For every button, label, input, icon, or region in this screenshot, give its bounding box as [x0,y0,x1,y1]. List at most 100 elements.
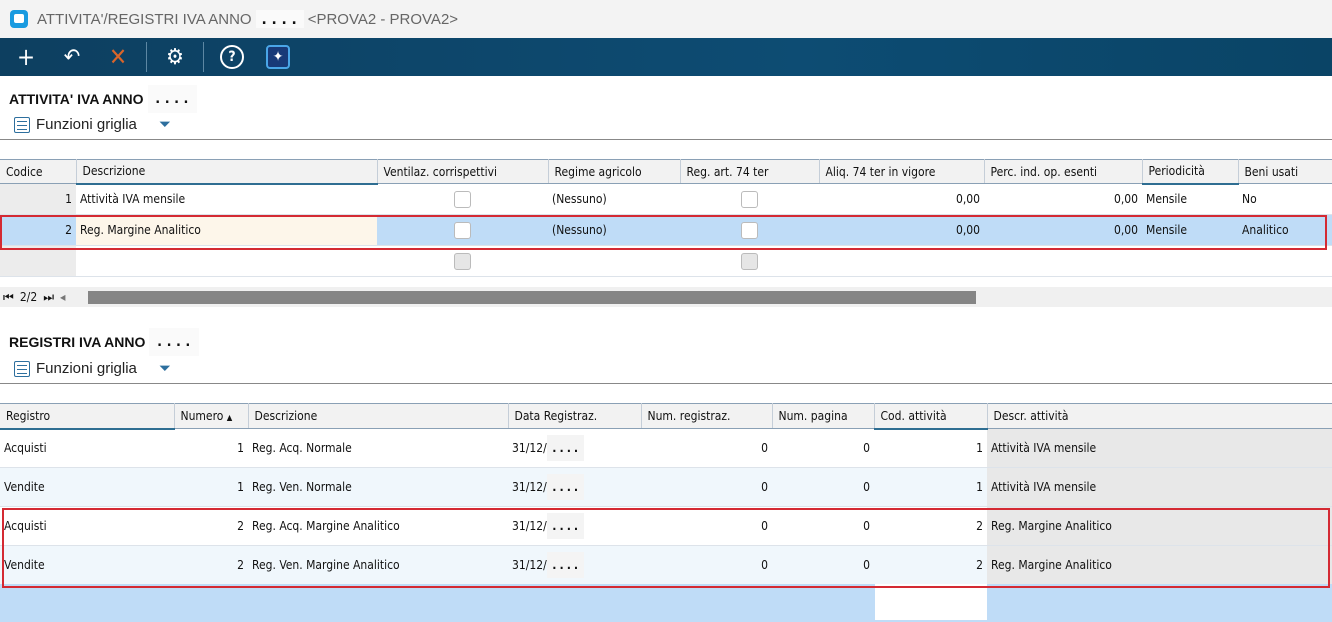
close-icon[interactable]: ✕ [100,42,136,72]
descrizione-cell: Reg. Acq. Normale [248,428,508,468]
column-header-label: Descr. attività [993,409,1069,423]
cod-attivita-cell[interactable]: 2 [874,545,987,585]
column-header-label: Perc. ind. op. esenti [990,164,1098,179]
column-header[interactable]: Descr. attività [987,403,1332,429]
ventilaz-cell [377,214,548,246]
table-row[interactable]: Vendite 1 Reg. Ven. Normale 31/12/.... 0… [0,467,1332,507]
column-header-label: Cod. attività [880,408,947,423]
activities-title: ATTIVITA' IVA ANNO .... [9,85,201,113]
divider [0,139,1332,140]
checkbox[interactable] [454,190,471,208]
year-mask: .... [546,435,584,461]
grid-functions-label: Funzioni griglia [36,360,137,377]
app-icon [10,10,28,28]
column-header[interactable]: Ventilaz. corrispettivi [377,159,549,184]
last-page-icon[interactable]: ⏭ [43,290,54,305]
checkbox[interactable] [741,190,758,208]
registers-title: REGISTRI IVA ANNO .... [9,328,203,356]
window-title: ATTIVITA'/REGISTRI IVA ANNO [37,10,252,28]
codice-cell: 2 [0,214,76,246]
grid-functions-label: Funzioni griglia [36,116,137,133]
perc-cell: 0,00 [984,183,1142,215]
column-header[interactable]: Data Registraz. [508,403,642,429]
numero-cell: 1 [174,467,248,507]
numero-cell: 2 [174,545,248,585]
descrizione-cell: Reg. Ven. Margine Analitico [248,545,508,585]
descrizione-cell[interactable]: Reg. Margine Analitico [76,214,377,246]
filter-icon[interactable]: ⏷ [159,116,171,133]
data-cell: 31/12/.... [508,467,641,507]
title-bar: ATTIVITA'/REGISTRI IVA ANNO .... <PROVA2… [0,0,1332,38]
table-row[interactable]: Acquisti 1 Reg. Acq. Normale 31/12/.... … [0,428,1332,468]
column-header[interactable]: Registro [0,403,175,430]
sort-asc-icon[interactable]: ▲ [227,413,233,422]
grid-functions-button[interactable]: Funzioni griglia ⏷ [14,360,171,377]
cod-attivita-cell[interactable]: 2 [874,506,987,546]
scroll-left-icon[interactable]: ◂ [60,290,65,304]
descrizione-cell[interactable]: Attività IVA mensile [76,183,377,215]
checkbox[interactable] [741,221,758,239]
cod-attivita-cell[interactable]: 1 [874,428,987,468]
descr-attivita-cell: Attività IVA mensile [987,428,1332,468]
column-header[interactable]: Cod. attività [874,403,988,430]
new-row-area[interactable] [0,584,1332,622]
help-icon[interactable]: ? [214,42,250,72]
column-header[interactable]: Periodicità [1142,159,1239,185]
column-header-label: Aliq. 74 ter in vigore [825,164,936,179]
checkbox[interactable] [454,221,471,239]
reg74-cell [680,214,819,246]
table-row[interactable]: 1 Attività IVA mensile (Nessuno) 0,00 0,… [0,183,1332,215]
registers-title-text: REGISTRI IVA ANNO [9,334,146,350]
periodicita-cell: Mensile [1142,183,1238,215]
table-row[interactable]: Vendite 2 Reg. Ven. Margine Analitico 31… [0,545,1332,585]
codice-cell: 1 [0,183,76,215]
first-page-icon[interactable]: ⏮ [3,290,14,305]
page-indicator: 2/2 [19,290,38,304]
column-header-label: Reg. art. 74 ter [686,164,769,179]
regime-cell: (Nessuno) [548,183,680,215]
beni-cell: No [1238,183,1332,215]
horizontal-scrollbar[interactable] [88,291,976,304]
column-header[interactable]: Descrizione [76,159,378,185]
data-cell: 31/12/.... [508,506,641,546]
plus-icon[interactable]: + [8,42,44,72]
gear-icon[interactable]: ⚙ [157,42,193,72]
column-header[interactable]: Aliq. 74 ter in vigore [819,159,985,184]
descr-attivita-cell: Reg. Margine Analitico [987,506,1332,546]
year-mask: .... [546,474,584,500]
new-row[interactable] [0,245,1332,277]
num-pag-cell: 0 [772,428,874,468]
column-header-label: Descrizione [82,164,146,179]
num-reg-cell: 0 [641,506,772,546]
filter-icon[interactable]: ⏷ [159,360,171,377]
column-header[interactable]: Perc. ind. op. esenti [984,159,1143,184]
column-header[interactable]: Num. pagina [772,403,875,429]
checkbox[interactable] [454,252,471,270]
column-header[interactable]: Descrizione [248,403,509,429]
checkbox[interactable] [741,252,758,270]
perc-cell: 0,00 [984,214,1142,246]
ai-sparkle-icon[interactable]: ✦ [260,42,296,72]
column-header[interactable]: Beni usati [1238,159,1332,184]
table-row[interactable]: Acquisti 2 Reg. Acq. Margine Analitico 3… [0,506,1332,546]
table-row[interactable]: 2 Reg. Margine Analitico (Nessuno) 0,00 … [0,214,1332,246]
column-header[interactable]: Codice [0,159,77,184]
column-header-label: Num. registraz. [647,409,731,423]
column-header[interactable]: Num. registraz. [641,403,773,429]
divider [0,383,1332,384]
column-header[interactable]: Numero ▲ [174,403,249,429]
column-header-label: Descrizione [254,409,318,423]
column-header[interactable]: Regime agricolo [548,159,681,184]
cod-attivita-cell[interactable]: 1 [874,467,987,507]
year-mask: .... [546,513,584,539]
column-header[interactable]: Reg. art. 74 ter [680,159,820,184]
grid-functions-button[interactable]: Funzioni griglia ⏷ [14,116,171,133]
toolbar: + ↶ ✕ ⚙ ? ✦ [0,38,1332,76]
data-cell: 31/12/.... [508,545,641,585]
num-pag-cell: 0 [772,467,874,507]
aliq-cell: 0,00 [819,214,984,246]
year-mask: .... [546,552,584,578]
undo-icon[interactable]: ↶ [54,42,90,72]
registro-cell: Vendite [0,545,174,585]
data-cell: 31/12/.... [508,428,641,468]
